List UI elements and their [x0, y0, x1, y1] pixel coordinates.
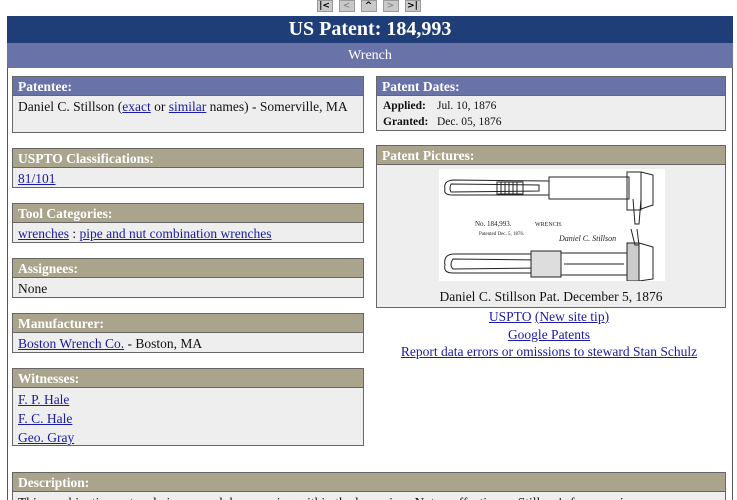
- tool-categories-panel: Tool Categories: wrenches : pipe and nut…: [12, 203, 364, 243]
- page-subtitle: Wrench: [7, 43, 733, 68]
- patentee-value: Daniel C. Stillson (exact or similar nam…: [13, 96, 363, 118]
- google-patents-link[interactable]: Google Patents: [508, 327, 590, 342]
- record-nav: |< < ^ > >|: [0, 0, 737, 14]
- drawing-date: Patented Dec. 5, 1876.: [479, 232, 524, 237]
- patentee-panel: Patentee: Daniel C. Stillson (exact or s…: [12, 76, 364, 133]
- witnesses-heading: Witnesses:: [13, 369, 363, 388]
- drawing-title: WRENCH.: [535, 222, 563, 228]
- new-site-tip-link[interactable]: (New site tip): [535, 309, 609, 324]
- patent-pictures-heading: Patent Pictures:: [377, 146, 725, 165]
- granted-label: Granted:: [383, 116, 429, 128]
- dates-table: Applied: Jul. 10, 1876 Granted: Dec. 05,…: [377, 96, 725, 132]
- patent-pictures-panel: Patent Pictures: No. 184,993. WRENCH. Pa…: [376, 145, 726, 308]
- manufacturer-location: - Boston, MA: [127, 336, 203, 351]
- patent-dates-heading: Patent Dates:: [377, 77, 725, 96]
- manufacturer-link[interactable]: Boston Wrench Co.: [18, 336, 124, 351]
- witness-link[interactable]: F. P. Hale: [18, 392, 69, 407]
- manufacturer-panel: Manufacturer: Boston Wrench Co. - Boston…: [12, 313, 364, 353]
- uspto-link[interactable]: USPTO: [489, 309, 532, 324]
- up-button[interactable]: ^: [360, 0, 377, 12]
- first-record-button[interactable]: |<: [316, 0, 333, 12]
- witness-link[interactable]: F. C. Hale: [18, 411, 72, 426]
- granted-date: Dec. 05, 1876: [437, 116, 502, 128]
- patent-dates-panel: Patent Dates: Applied: Jul. 10, 1876 Gra…: [376, 76, 726, 131]
- drawing-signature: Daniel C. Stillson: [558, 234, 616, 243]
- description-panel: Description: This combination nut and pi…: [12, 472, 726, 500]
- patentee-name: Daniel C. Stillson: [18, 99, 115, 114]
- category-separator: :: [72, 226, 77, 241]
- assignees-panel: Assignees: None: [12, 258, 364, 298]
- manufacturer-heading: Manufacturer:: [13, 314, 363, 333]
- witnesses-panel: Witnesses: F. P. Hale F. C. Hale Geo. Gr…: [12, 368, 364, 446]
- external-links: USPTO (New site tip) Google Patents Repo…: [375, 308, 723, 361]
- patent-drawing-image[interactable]: No. 184,993. WRENCH. Patented Dec. 5, 18…: [439, 169, 665, 282]
- description-heading: Description:: [13, 473, 725, 492]
- classification-link[interactable]: 81/101: [18, 171, 56, 186]
- similar-names-link[interactable]: similar: [169, 99, 207, 114]
- previous-record-button[interactable]: <: [338, 0, 355, 12]
- assignees-heading: Assignees:: [13, 259, 363, 278]
- uspto-classifications-panel: USPTO Classifications: 81/101: [12, 148, 364, 188]
- page-title: US Patent: 184,993: [7, 16, 733, 43]
- next-record-button[interactable]: >: [382, 0, 399, 12]
- drawing-number: No. 184,993.: [475, 220, 512, 228]
- report-errors-link[interactable]: Report data errors or omissions to stewa…: [401, 344, 697, 359]
- category-pipe-nut-link[interactable]: pipe and nut combination wrenches: [80, 226, 272, 241]
- names-suffix: names) - Somerville, MA: [209, 99, 348, 114]
- assignees-value: None: [18, 281, 48, 296]
- last-record-button[interactable]: >|: [404, 0, 421, 12]
- applied-label: Applied:: [383, 100, 426, 112]
- patentee-heading: Patentee:: [13, 77, 363, 96]
- exact-names-link[interactable]: exact: [122, 99, 150, 114]
- applied-date: Jul. 10, 1876: [437, 100, 497, 112]
- description-text: This combination nut and pipe wrench has…: [13, 492, 725, 500]
- picture-caption: Daniel C. Stillson Pat. December 5, 1876: [439, 289, 663, 304]
- uspto-heading: USPTO Classifications:: [13, 149, 363, 168]
- category-wrenches-link[interactable]: wrenches: [18, 226, 69, 241]
- witness-link[interactable]: Geo. Gray: [18, 430, 74, 445]
- or-text: or: [154, 99, 166, 114]
- tool-categories-heading: Tool Categories:: [13, 204, 363, 223]
